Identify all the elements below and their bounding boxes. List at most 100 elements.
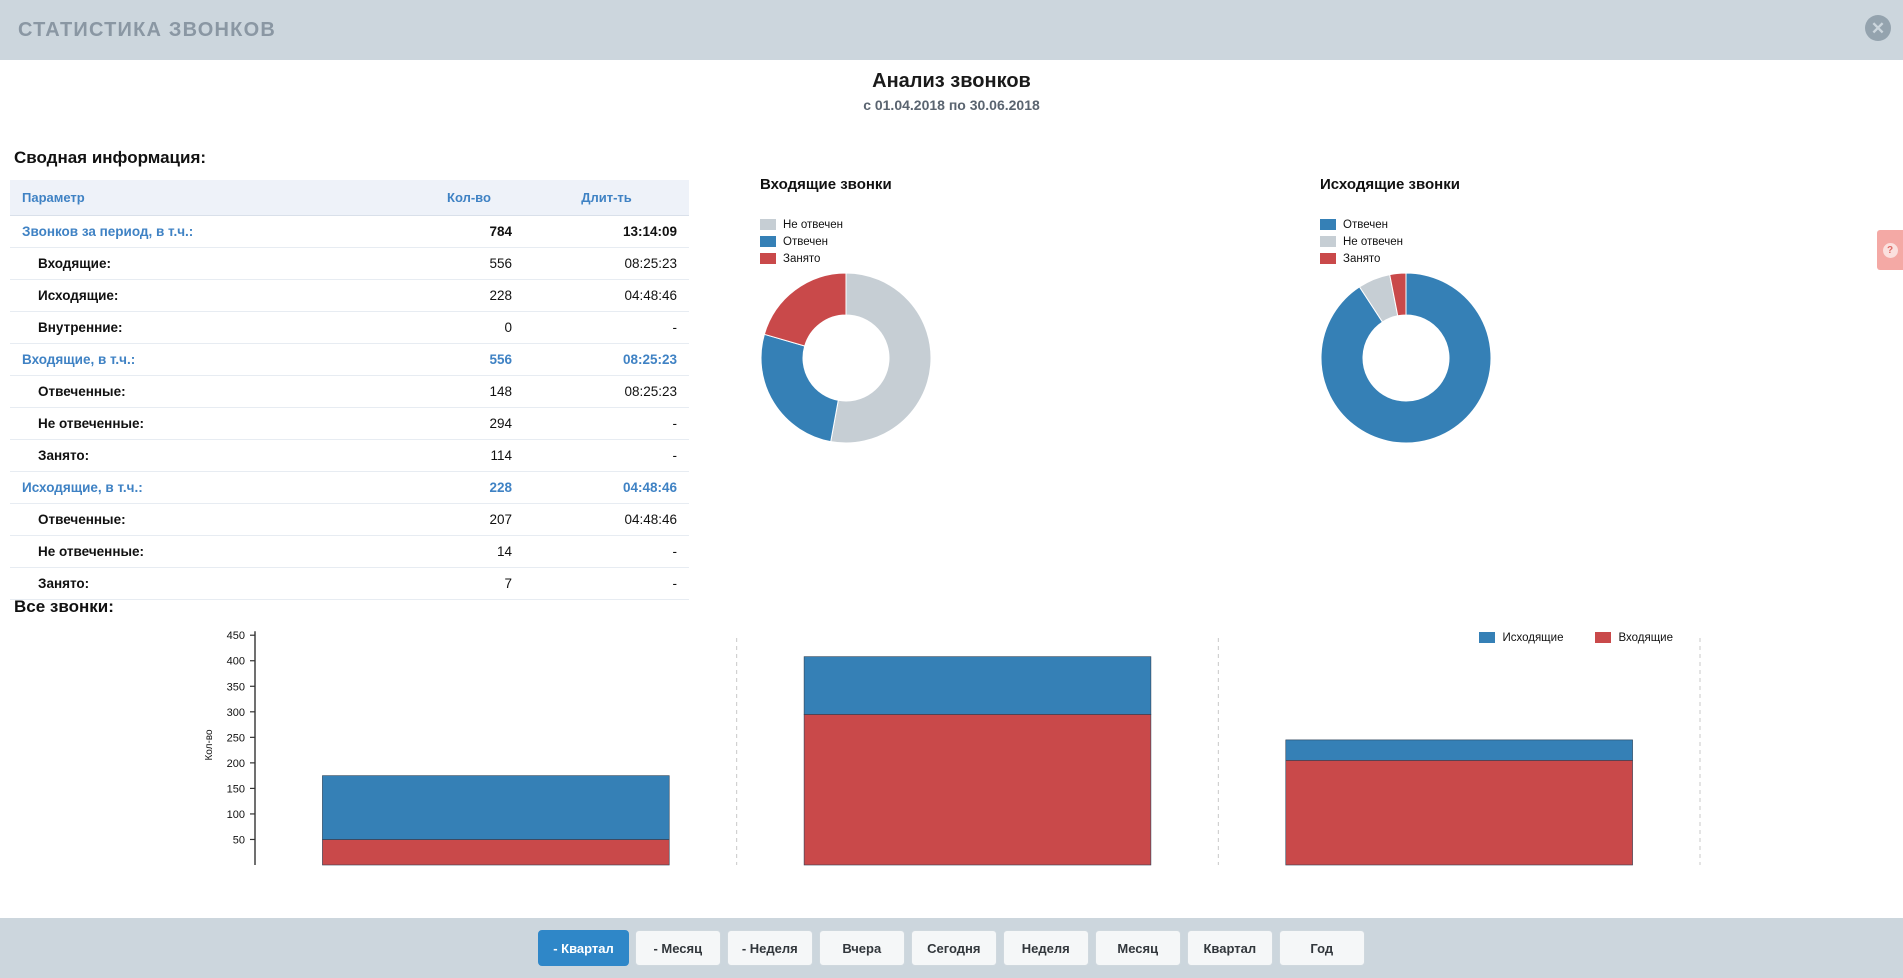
- row-parameter: Внутренние:: [10, 311, 414, 344]
- legend-label: Отвечен: [1343, 218, 1388, 231]
- range-button[interactable]: - Неделя: [726, 930, 813, 966]
- outgoing-chart-title: Исходящие звонки: [1320, 176, 1460, 193]
- row-duration: 04:48:46: [524, 279, 689, 312]
- y-axis-tick-label: 100: [227, 809, 245, 821]
- table-row: Звонков за период, в т.ч.: 784 13:14:09: [10, 215, 689, 248]
- row-parameter: Исходящие, в т.ч.:: [10, 471, 414, 504]
- legend-item[interactable]: Не отвечен: [1320, 234, 1492, 249]
- row-duration: -: [524, 407, 689, 440]
- bar-segment[interactable]: [322, 775, 670, 840]
- y-axis-tick-label: 350: [227, 681, 245, 693]
- row-duration: 13:14:09: [524, 215, 689, 248]
- row-count: 14: [414, 535, 524, 568]
- outgoing-calls-chart: Исходящие звонки Отвечен Не отвечен Занято: [1320, 176, 1492, 449]
- window-title-bar: СТАТИСТИКА ЗВОНКОВ ✕: [0, 0, 1903, 60]
- summary-table-head: Параметр Кол-во Длит-ть: [10, 180, 689, 216]
- row-parameter: Исходящие:: [10, 279, 414, 312]
- y-axis-tick-label: 450: [227, 630, 245, 642]
- row-parameter: Отвеченные:: [10, 375, 414, 408]
- bar-chart-legend: Исходящие Входящие: [1479, 630, 1673, 647]
- range-button[interactable]: - Квартал: [538, 930, 629, 966]
- y-axis-tick-label: 150: [227, 783, 245, 795]
- legend-item[interactable]: Занято: [1320, 251, 1492, 266]
- bar-segment[interactable]: [1285, 760, 1633, 866]
- row-count: 294: [414, 407, 524, 440]
- help-tab[interactable]: ?: [1877, 230, 1903, 270]
- row-duration: -: [524, 439, 689, 472]
- legend-item[interactable]: Не отвечен: [760, 217, 932, 232]
- incoming-chart-title: Входящие звонки: [760, 176, 892, 193]
- bar-segment[interactable]: [803, 714, 1152, 866]
- legend-label: Занято: [1343, 252, 1381, 265]
- range-button[interactable]: Сегодня: [910, 930, 997, 966]
- row-parameter: Звонков за период, в т.ч.:: [10, 215, 414, 248]
- y-axis-tick-label: 250: [227, 732, 245, 744]
- row-count: 207: [414, 503, 524, 536]
- bar-segment[interactable]: [322, 839, 670, 866]
- incoming-chart-legend: Не отвечен Отвечен Занято: [760, 217, 932, 266]
- legend-label: Не отвечен: [1343, 235, 1404, 248]
- y-axis-tick-label: 300: [227, 707, 245, 719]
- report-header: Анализ звонков с 01.04.2018 по 30.06.201…: [0, 60, 1903, 113]
- page-title: Анализ звонков: [872, 70, 1031, 92]
- row-parameter: Входящие:: [10, 247, 414, 280]
- range-button[interactable]: Квартал: [1186, 930, 1273, 966]
- table-row: Исходящие: 228 04:48:46: [10, 279, 689, 312]
- row-duration: 04:48:46: [524, 503, 689, 536]
- summary-table-body: Звонков за период, в т.ч.: 784 13:14:09 Вхо…: [10, 215, 689, 600]
- legend-label: Исходящие: [1502, 631, 1564, 644]
- range-button[interactable]: Вчера: [818, 930, 905, 966]
- donut-slice[interactable]: [760, 333, 839, 443]
- legend-item[interactable]: Входящие: [1595, 630, 1673, 645]
- legend-color-swatch: [760, 236, 776, 247]
- legend-color-swatch: [760, 219, 776, 230]
- row-parameter: Не отвеченные:: [10, 407, 414, 440]
- row-count: 7: [414, 567, 524, 600]
- bar-segment[interactable]: [1285, 739, 1633, 761]
- all-calls-bar-chart: Исходящие Входящие 50 100 150 200 250 300 350 40…: [0, 620, 1903, 920]
- donut-slice[interactable]: [763, 272, 847, 347]
- incoming-donut-graphic: [760, 272, 932, 449]
- row-parameter: Не отвеченные:: [10, 535, 414, 568]
- row-count: 784: [414, 215, 524, 248]
- table-header-row: Параметр Кол-во Длит-ть: [10, 180, 689, 216]
- column-header-parameter: Параметр: [10, 180, 414, 216]
- legend-label: Отвечен: [783, 235, 828, 248]
- legend-item[interactable]: Исходящие: [1479, 630, 1563, 645]
- close-icon[interactable]: ✕: [1865, 15, 1891, 41]
- row-count: 228: [414, 471, 524, 504]
- row-parameter: Занято:: [10, 439, 414, 472]
- legend-item[interactable]: Отвечен: [760, 234, 932, 249]
- table-row: Не отвеченные: 14-: [10, 535, 689, 568]
- date-range-button-bar: - Квартал - Месяц - Неделя Вчера Сегодня Неде…: [0, 918, 1903, 978]
- bar-segment[interactable]: [803, 656, 1152, 715]
- legend-item[interactable]: Отвечен: [1320, 217, 1492, 232]
- legend-label: Занято: [783, 252, 821, 265]
- table-row: Внутренние: 0-: [10, 311, 689, 344]
- bar-chart-svg: 50 100 150 200 250 300 350 400 450 Кол-во: [204, 630, 1701, 866]
- row-duration: 08:25:23: [524, 247, 689, 280]
- column-header-duration: Длит-ть: [524, 180, 689, 216]
- table-row: Не отвеченные: 294-: [10, 407, 689, 440]
- y-axis-tick-label: 400: [227, 656, 245, 668]
- range-button[interactable]: - Месяц: [634, 930, 721, 966]
- outgoing-donut-graphic: [1320, 272, 1492, 449]
- legend-item[interactable]: Занято: [760, 251, 932, 266]
- summary-section-label: Сводная информация:: [14, 148, 207, 167]
- table-row: Входящие: 556 08:25:23: [10, 247, 689, 280]
- report-date-range: с 01.04.2018 по 30.06.2018: [863, 97, 1040, 113]
- donut-svg: [1320, 272, 1492, 444]
- outgoing-chart-legend: Отвечен Не отвечен Занято: [1320, 217, 1492, 266]
- legend-label: Не отвечен: [783, 218, 844, 231]
- range-button[interactable]: Месяц: [1094, 930, 1181, 966]
- range-button[interactable]: Неделя: [1002, 930, 1089, 966]
- legend-label: Входящие: [1618, 631, 1673, 644]
- table-row: Исходящие, в т.ч.: 228 04:48:46: [10, 471, 689, 504]
- row-duration: 08:25:23: [524, 375, 689, 408]
- range-button[interactable]: Год: [1278, 930, 1365, 966]
- row-duration: -: [524, 567, 689, 600]
- legend-color-swatch: [1320, 236, 1336, 247]
- all-calls-section-label: Все звонки:: [14, 597, 114, 616]
- row-count: 148: [414, 375, 524, 408]
- row-duration: -: [524, 311, 689, 344]
